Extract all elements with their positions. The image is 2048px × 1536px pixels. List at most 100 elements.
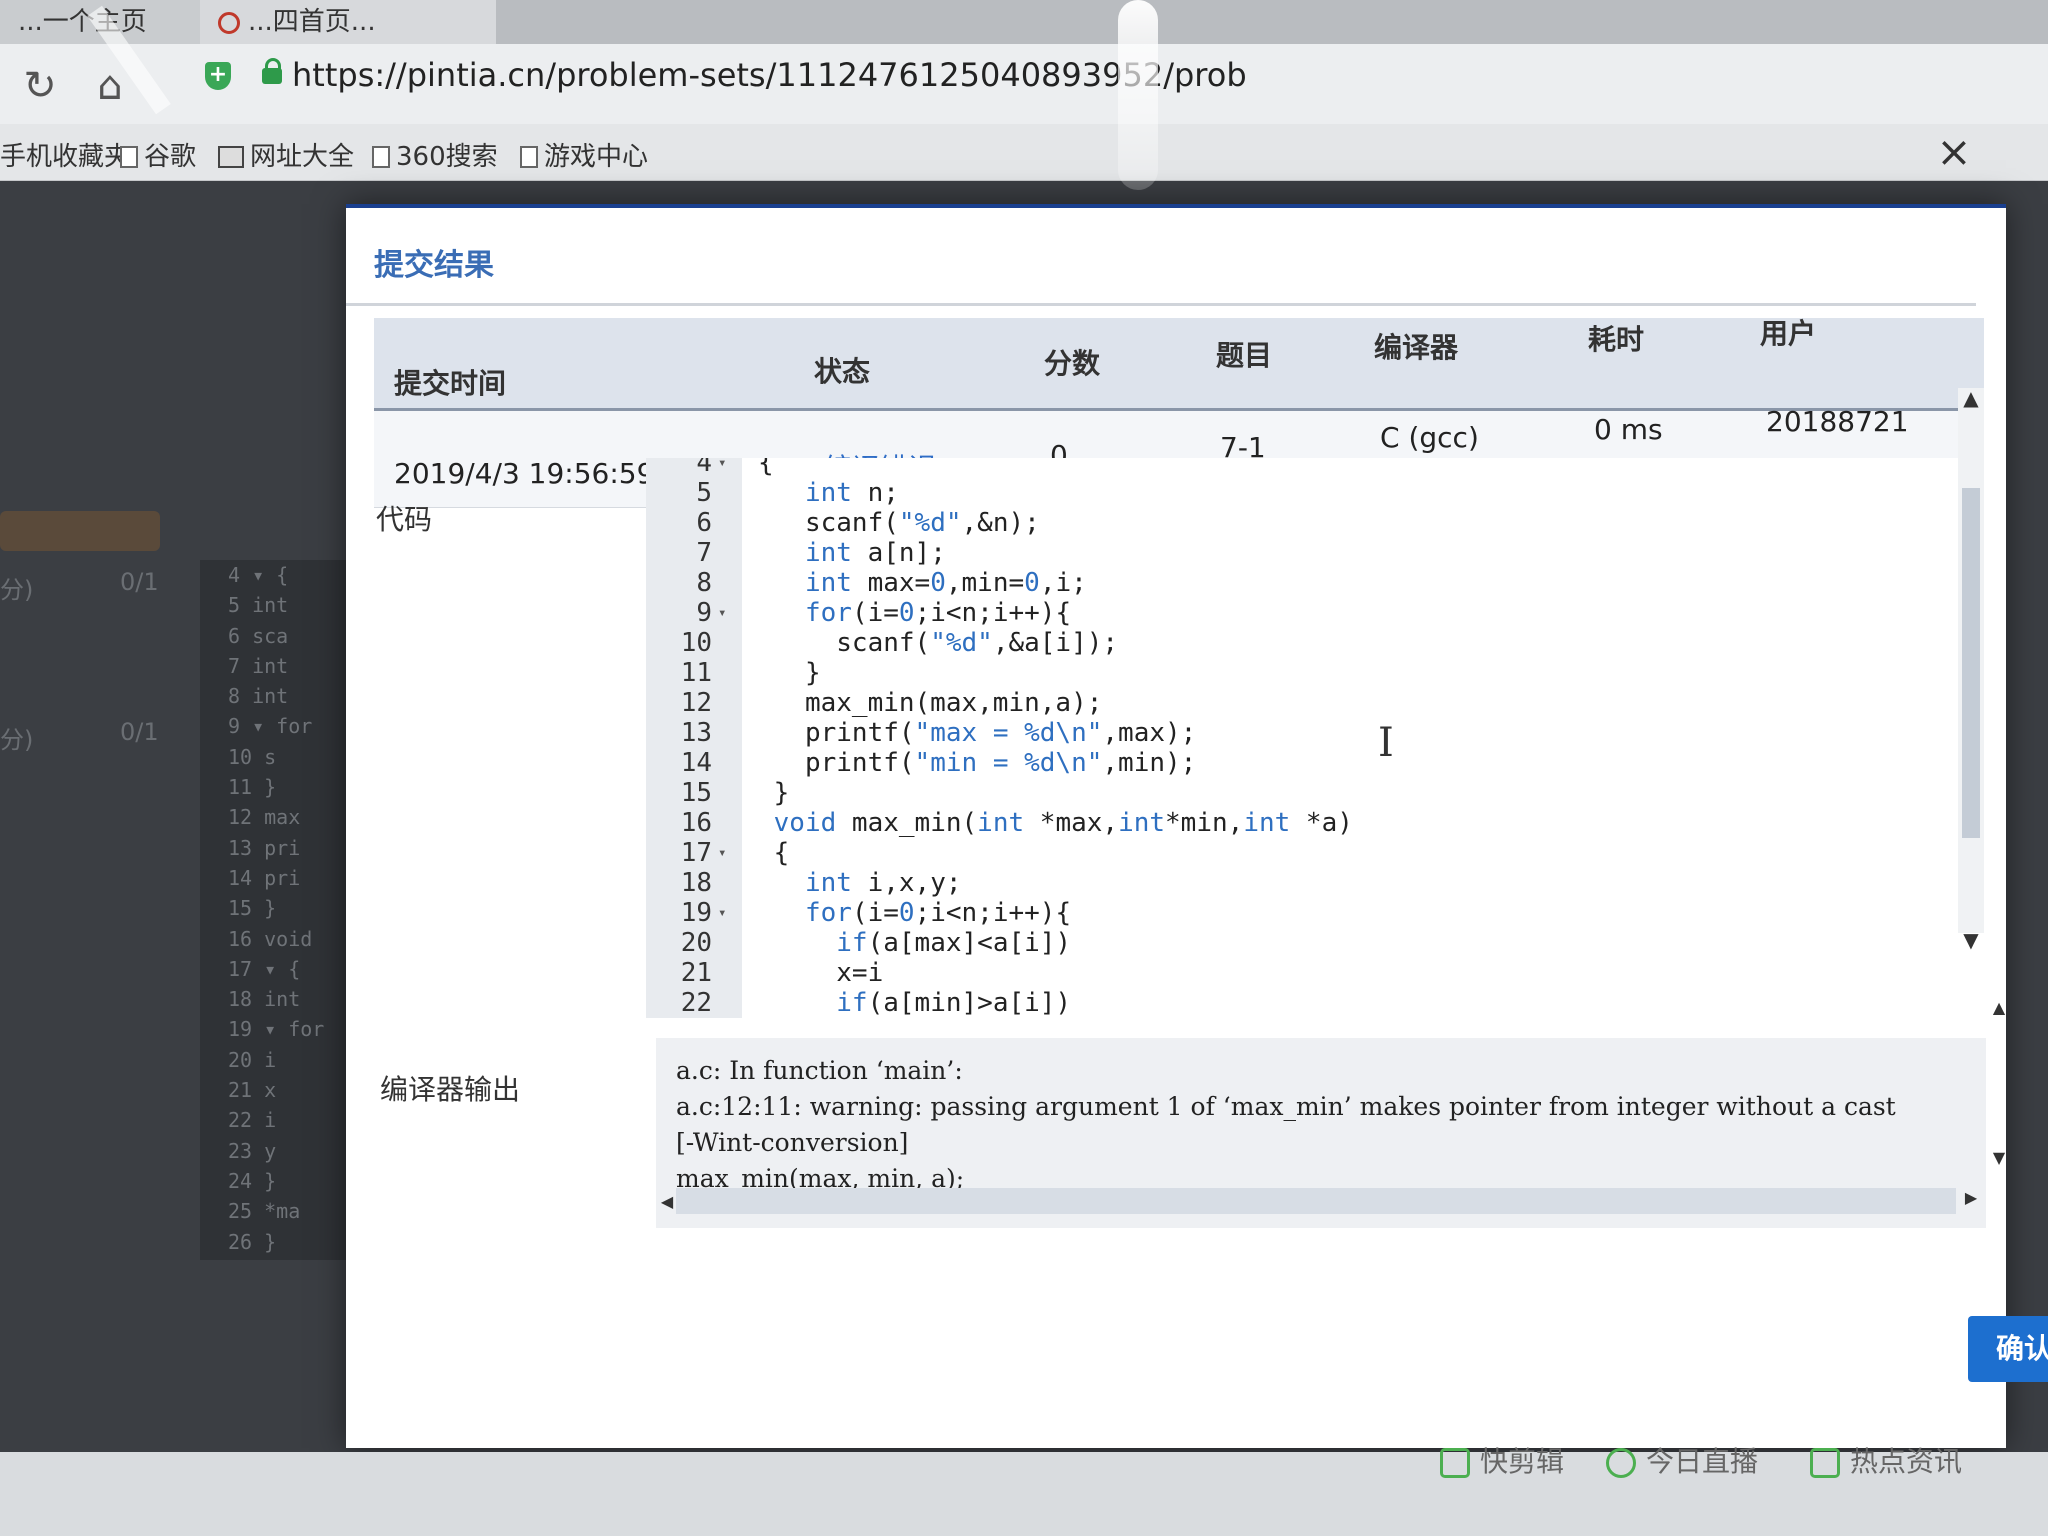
code-line: 16 void max_min(int *max,int*min,int *a) — [646, 808, 1946, 838]
code-line: 13 printf("max = %d\n",max); — [646, 718, 1946, 748]
scrollbar-thumb[interactable] — [1962, 488, 1980, 838]
browser-tab-label: ...四首页... — [248, 7, 376, 37]
background-code-line: 9 ▾ for — [228, 714, 313, 739]
line-number: 18 — [680, 868, 712, 898]
line-number: 10 — [680, 628, 712, 658]
code-editor[interactable]: 4 ▾{5 int n; 6 scanf("%d",&n); 7 int a[n]; 8… — [646, 458, 1976, 1018]
news-icon — [1810, 1448, 1840, 1478]
column-header-submit-time: 提交时间 — [394, 367, 507, 400]
code-text: int a[n]; — [804, 538, 946, 568]
user-value: 20188721 — [1766, 405, 1909, 438]
code-line: 5 int n; — [646, 478, 1946, 508]
code-line: 19 ▾ for(i=0;i<n;i++){ — [646, 898, 1946, 928]
background-code-line: 5 int — [228, 593, 289, 618]
hot-news-button[interactable]: 热点资讯 — [1810, 1440, 1962, 1480]
background-score-value: 0/1 — [120, 568, 159, 596]
bookmark-mobile[interactable]: 手机收藏夹 — [0, 136, 130, 173]
code-line: 12 max_min(max,min,a); — [646, 688, 1946, 718]
close-icon[interactable]: × — [1930, 128, 1978, 176]
statusbar-label: 快剪辑 — [1480, 1445, 1565, 1478]
bookmark-google[interactable]: 谷歌 — [120, 136, 196, 173]
background-code-line: 4 ▾ { — [228, 563, 289, 587]
line-number: 12 — [680, 688, 712, 718]
result-table-header: 提交时间 状态 分数 题目 编译器 耗时 用户 — [374, 317, 1984, 411]
bookmark-game-center[interactable]: 游戏中心 — [520, 136, 648, 173]
fold-arrow-icon[interactable]: ▾ — [718, 898, 734, 928]
code-text: int max=0,min=0,i; — [804, 568, 1087, 598]
line-number: 22 — [680, 988, 712, 1018]
code-line: 18 int i,x,y; — [646, 868, 1946, 898]
background-code-line: 20 i — [228, 1047, 277, 1072]
submit-time: 2019/4/3 19:56:59 — [394, 457, 655, 490]
output-scroll-up-icon[interactable]: ▲ — [1986, 998, 2012, 1017]
page-icon — [372, 146, 390, 168]
line-number: 13 — [680, 718, 712, 748]
scroll-up-icon[interactable]: ▲ — [1958, 386, 1984, 410]
lock-icon — [262, 58, 282, 84]
fold-arrow-icon[interactable]: ▾ — [718, 458, 734, 478]
code-line: 20 if(a[max]<a[i]) — [646, 928, 1946, 958]
background-code-line: 10 s — [228, 744, 277, 769]
background-code-line: 13 pri — [228, 835, 301, 860]
background-score-label: 分) — [0, 576, 34, 604]
code-scrollbar[interactable] — [1958, 388, 1984, 933]
column-header-problem: 题目 — [1216, 339, 1273, 372]
code-line: 10 scanf("%d",&a[i]); — [646, 628, 1946, 658]
refresh-icon[interactable]: ↻ — [18, 64, 62, 108]
background-code-line: 6 sca — [228, 623, 289, 648]
background-badge — [0, 511, 160, 551]
background-code-line: 22 i — [228, 1108, 277, 1133]
line-number: 5 — [696, 478, 712, 508]
background-code-line: 26 } — [228, 1229, 277, 1254]
dialog-title: 提交结果 — [374, 248, 494, 283]
background-code-line: 16 void — [228, 926, 313, 951]
code-line: 15 } — [646, 778, 1946, 808]
code-line: 11 } — [646, 658, 1946, 688]
duration-value: 0 ms — [1594, 413, 1663, 446]
output-line: a.c: In function ‘main’: — [676, 1056, 963, 1085]
line-number: 9 — [696, 598, 712, 628]
line-number: 8 — [696, 568, 712, 598]
code-line: 6 scanf("%d",&n); — [646, 508, 1946, 538]
code-text: scanf("%d",&n); — [758, 508, 1040, 538]
scroll-left-icon[interactable]: ◀ — [654, 1192, 680, 1211]
code-text: max_min(max,min,a); — [758, 688, 1103, 718]
tab-strip: ...一个主页 ...四首页... — [0, 0, 2048, 44]
code-line: 17 ▾ { — [646, 838, 1946, 868]
scroll-down-icon[interactable]: ▼ — [1958, 928, 1984, 952]
screen-glare — [1118, 0, 1158, 190]
background-code-line: 23 y — [228, 1138, 277, 1163]
statusbar-label: 今日直播 — [1646, 1445, 1759, 1478]
live-today-button[interactable]: 今日直播 — [1606, 1440, 1758, 1480]
line-number: 19 — [680, 898, 712, 928]
code-text: if(a[min]>a[i]) — [836, 988, 1072, 1018]
confirm-button[interactable]: 确认 — [1968, 1316, 2048, 1382]
quick-edit-button[interactable]: 快剪辑 — [1440, 1440, 1564, 1480]
code-line: 7 int a[n]; — [646, 538, 1946, 568]
line-number: 4 — [696, 458, 712, 478]
line-number: 6 — [696, 508, 712, 538]
background-code-line: 8 int — [228, 684, 289, 709]
code-lines: 4 ▾{5 int n; 6 scanf("%d",&n); 7 int a[n]; 8… — [646, 458, 1946, 1018]
url-field[interactable]: https://pintia.cn/problem-sets/111247612… — [292, 56, 1247, 94]
bookmark-label: 网址大全 — [250, 142, 355, 172]
browser-tab[interactable]: ...四首页... — [200, 0, 496, 44]
fold-arrow-icon[interactable]: ▾ — [718, 838, 734, 868]
live-play-icon — [1606, 1448, 1636, 1478]
play-icon — [1440, 1448, 1470, 1478]
fold-arrow-icon[interactable]: ▾ — [718, 598, 734, 628]
bookmark-directory[interactable]: 网址大全 — [218, 136, 354, 173]
code-text: { — [758, 838, 790, 868]
title-divider — [346, 303, 1976, 306]
scroll-right-icon[interactable]: ▶ — [1958, 1188, 1984, 1207]
line-number: 7 — [696, 538, 712, 568]
bookmark-label: 游戏中心 — [544, 142, 649, 172]
code-text: int n; — [804, 478, 899, 508]
security-shield-icon[interactable]: + — [205, 62, 231, 90]
output-horizontal-scrollbar[interactable] — [676, 1188, 1956, 1214]
background-code-line: 25 *ma — [228, 1199, 301, 1224]
bookmark-360-search[interactable]: 360搜索 — [372, 136, 498, 173]
output-scroll-down-icon[interactable]: ▼ — [1986, 1148, 2012, 1167]
background-code-line: 24 } — [228, 1168, 277, 1193]
line-number: 20 — [680, 928, 712, 958]
